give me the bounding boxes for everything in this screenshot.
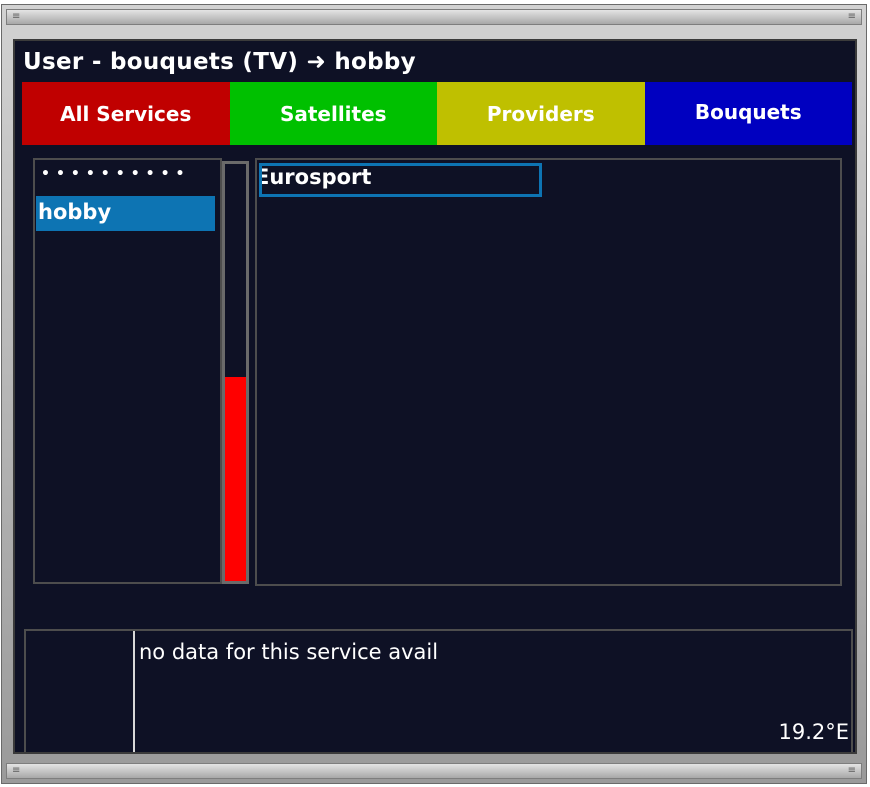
service-info-panel: no data for this service avail 19.2°E xyxy=(24,629,853,752)
grip-icon: ≡ xyxy=(12,11,21,22)
scrollbar[interactable] xyxy=(222,161,249,584)
channel-selection-screen: User - bouquets (TV) ➜ hobby All Service… xyxy=(13,39,857,754)
bouquet-list: •••••••••• hobby xyxy=(33,158,222,584)
tab-all-services[interactable]: All Services xyxy=(22,82,230,145)
bouquet-item-hobby[interactable]: hobby xyxy=(36,196,215,231)
info-divider xyxy=(133,631,135,752)
page-title: User - bouquets (TV) ➜ hobby xyxy=(23,49,416,75)
tab-bar: All Services Satellites Providers Bouque… xyxy=(22,82,852,145)
tab-satellites[interactable]: Satellites xyxy=(229,82,437,145)
tab-providers[interactable]: Providers xyxy=(437,82,645,145)
window-frame: ≡ ≡ User - bouquets (TV) ➜ hobby All Ser… xyxy=(1,4,867,784)
service-item-eurosport[interactable]: Eurosport xyxy=(259,163,542,197)
grip-icon: ≡ xyxy=(847,11,856,22)
scrollbar-thumb[interactable] xyxy=(225,376,246,581)
window-bottom-bar: ≡ ≡ xyxy=(6,763,862,779)
grip-icon: ≡ xyxy=(12,765,21,776)
epg-info-text: no data for this service avail xyxy=(139,640,439,664)
list-separator: •••••••••• xyxy=(41,166,191,182)
window-title-bar[interactable]: ≡ ≡ xyxy=(6,9,862,25)
orbital-position: 19.2°E xyxy=(778,720,849,744)
tab-bouquets[interactable]: Bouquets xyxy=(644,82,852,145)
grip-icon: ≡ xyxy=(847,765,856,776)
service-list: Eurosport xyxy=(255,158,842,586)
